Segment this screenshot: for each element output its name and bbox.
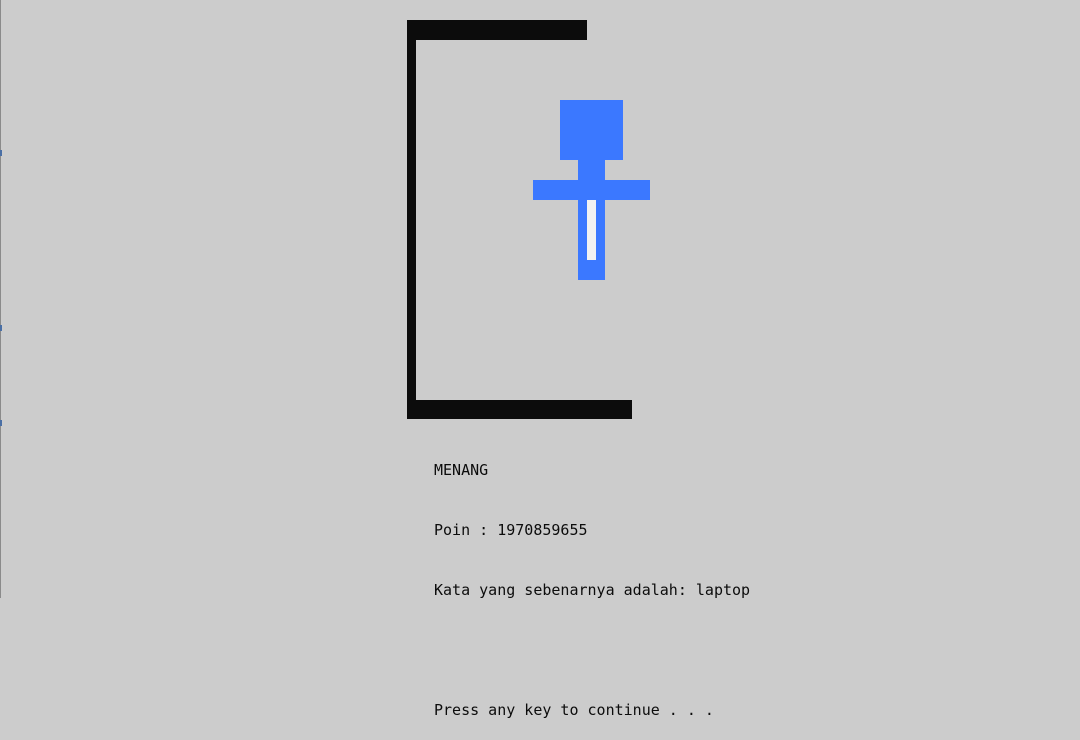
result-text: MENANG: [434, 461, 489, 479]
answer-line: Kata yang sebenarnya adalah: laptop: [434, 580, 750, 600]
window-left-border: [0, 0, 1, 598]
answer-word: laptop: [695, 581, 751, 599]
gallows-top-beam: [407, 20, 587, 40]
hangman-body-highlight: [587, 200, 596, 260]
hangman-arms: [533, 180, 650, 200]
gallows-base: [407, 400, 632, 419]
window-edge-mark: [0, 420, 2, 426]
window-edge-mark: [0, 150, 2, 156]
score-value: 1970859655: [497, 521, 588, 539]
continue-prompt[interactable]: Press any key to continue . . .: [434, 700, 750, 720]
hangman-head: [560, 100, 623, 160]
hangman-neck: [578, 160, 605, 180]
score-line: Poin : 1970859655: [434, 520, 750, 540]
score-label: Poin :: [434, 521, 498, 539]
window-edge-mark: [0, 325, 2, 331]
gallows-post: [407, 20, 416, 419]
answer-label: Kata yang sebenarnya adalah:: [434, 581, 696, 599]
console-output: MENANG Poin : 1970859655 Kata yang seben…: [434, 420, 750, 740]
